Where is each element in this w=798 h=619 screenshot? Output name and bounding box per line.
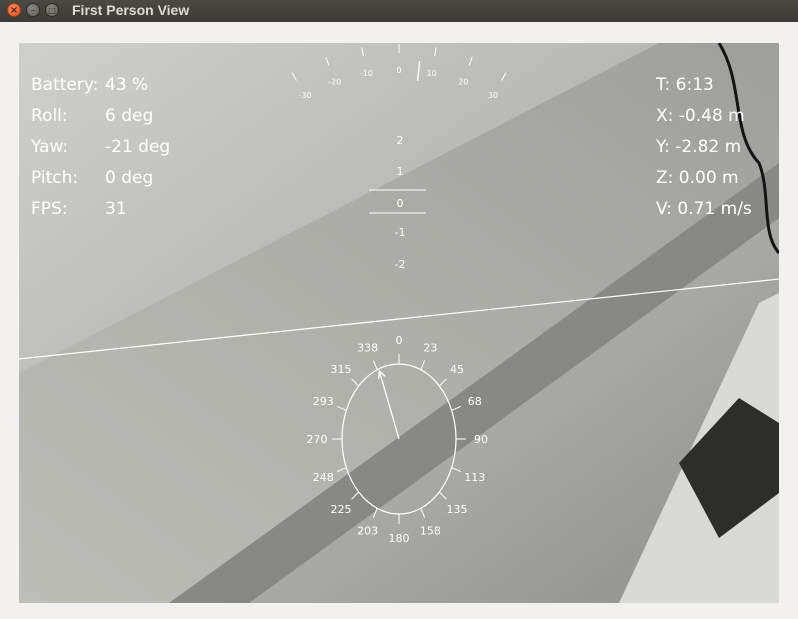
x-readout: X: -0.48 m	[656, 106, 745, 126]
compass-label: 0	[396, 334, 403, 347]
pitch-mark-minus-2: -2	[395, 258, 406, 271]
compass-label: 248	[313, 471, 334, 484]
roll-tick-label: -30	[298, 91, 311, 100]
time-readout: T: 6:13	[655, 75, 714, 95]
fps-label: FPS:	[31, 199, 68, 219]
battery-label: Battery:	[31, 75, 98, 95]
compass-label: 135	[446, 503, 467, 516]
fps-value: 31	[105, 199, 127, 219]
maximize-icon[interactable]: □	[45, 3, 59, 17]
compass-label: 180	[389, 532, 410, 545]
compass-label: 68	[468, 395, 482, 408]
yaw-label: Yaw:	[30, 137, 68, 157]
compass-label: 158	[420, 524, 441, 537]
pitch-value: 0 deg	[105, 168, 153, 188]
roll-tick-label: 30	[488, 91, 498, 100]
roll-tick-label: 20	[458, 77, 468, 86]
pitch-mark-0: 0	[397, 197, 404, 210]
compass-label: 90	[474, 433, 488, 446]
compass-label: 338	[357, 342, 378, 355]
roll-tick-label: 0	[396, 66, 401, 75]
roll-label: Roll:	[31, 106, 68, 126]
pitch-mark-1: 1	[397, 165, 404, 178]
yaw-value: -21 deg	[105, 137, 170, 157]
camera-view: Battery: 43 % Roll: 6 deg Yaw: -21 deg P…	[19, 43, 779, 603]
y-readout: Y: -2.82 m	[655, 137, 741, 157]
v-readout: V: 0.71 m/s	[656, 199, 752, 219]
window-title: First Person View	[72, 2, 190, 18]
pitch-mark-minus-1: -1	[395, 226, 406, 239]
compass-label: 270	[307, 433, 328, 446]
compass-label: 203	[357, 524, 378, 537]
roll-tick-label: 10	[427, 69, 437, 78]
roll-value: 6 deg	[105, 106, 153, 126]
z-readout: Z: 0.00 m	[656, 168, 739, 188]
compass-label: 315	[331, 363, 352, 376]
compass-label: 45	[450, 363, 464, 376]
battery-value: 43 %	[105, 75, 148, 95]
window-titlebar[interactable]: × – □ First Person View	[0, 0, 798, 22]
compass-label: 293	[313, 395, 334, 408]
minimize-icon[interactable]: –	[26, 3, 40, 17]
roll-tick-label: -20	[328, 77, 341, 86]
compass-label: 225	[331, 503, 352, 516]
pitch-mark-2: 2	[397, 134, 404, 147]
compass-label: 113	[464, 471, 485, 484]
roll-tick-label: -10	[360, 69, 373, 78]
hud-overlay: Battery: 43 % Roll: 6 deg Yaw: -21 deg P…	[19, 43, 779, 603]
pitch-label: Pitch:	[31, 168, 78, 188]
compass-label: 23	[423, 342, 437, 355]
close-icon[interactable]: ×	[7, 3, 21, 17]
